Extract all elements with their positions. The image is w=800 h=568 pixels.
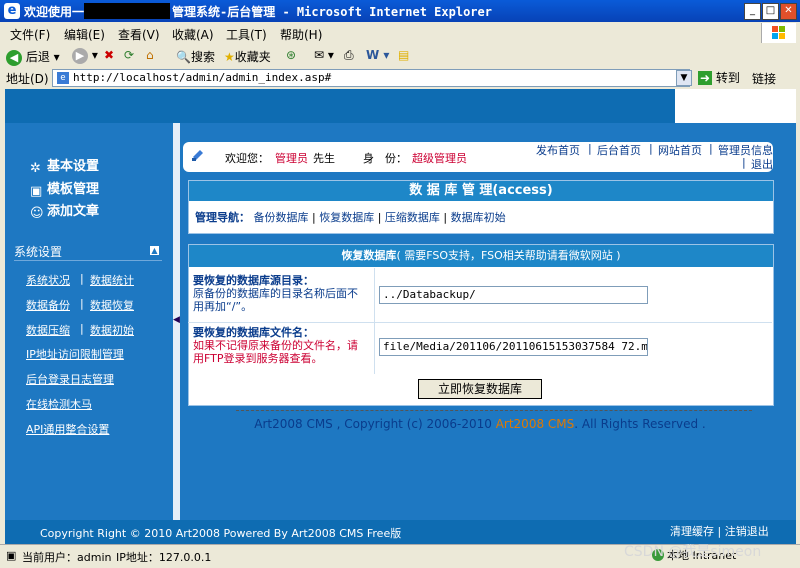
announce-icon bbox=[191, 148, 205, 162]
nav-compress-db[interactable]: 压缩数据库 bbox=[385, 211, 440, 224]
back-button[interactable]: ◀ 后退 ▾ bbox=[6, 48, 60, 66]
nav-restore-db[interactable]: 恢复数据库 bbox=[319, 211, 374, 224]
sidebar-link-data-init[interactable]: 数据初始 bbox=[90, 322, 134, 338]
minimize-button[interactable]: _ bbox=[744, 3, 761, 20]
gear-icon: ✲ bbox=[30, 161, 41, 176]
clear-cache-link[interactable]: 清理缓存 bbox=[670, 525, 714, 538]
user-icon: ☺ bbox=[30, 206, 44, 221]
menu-view[interactable]: 查看(V) bbox=[118, 26, 160, 43]
banner-strip bbox=[5, 89, 675, 123]
manage-nav: 管理导航： 备份数据库 | 恢复数据库 | 压缩数据库 | 数据库初始 bbox=[195, 211, 506, 224]
logout-link[interactable]: 注销退出 bbox=[725, 525, 769, 538]
collapse-icon[interactable]: ▲ bbox=[150, 246, 159, 255]
watermark: CSDN @我是simeon bbox=[624, 544, 762, 560]
print-icon[interactable]: ⎙ bbox=[344, 48, 354, 63]
sidebar-link-trojan-check[interactable]: 在线检测木马 bbox=[26, 396, 92, 412]
nav-backup-db[interactable]: 备份数据库 bbox=[254, 211, 309, 224]
address-input[interactable]: e http://localhost/admin/admin_index.asp# bbox=[52, 69, 690, 87]
restore-db-title: 恢复数据库( 需要FSO支持，FSO相关帮助请看微软网站 ) bbox=[189, 245, 773, 267]
search-button[interactable]: 🔍搜索 bbox=[176, 48, 215, 65]
home-icon[interactable]: ⌂ bbox=[146, 48, 154, 62]
right-edge bbox=[779, 123, 796, 520]
sidebar-splitter[interactable]: ◀ bbox=[173, 123, 180, 520]
copyright-text: Art2008 CMS , Copyright (c) 2006-2010 Ar… bbox=[254, 417, 706, 431]
back-arrow-icon: ◀ bbox=[6, 50, 22, 66]
redacted-block bbox=[84, 3, 170, 19]
honorific: 先生 bbox=[313, 152, 335, 165]
footer-copyright: Copyright Right © 2010 Art2008 Powered B… bbox=[40, 527, 402, 540]
row2-label: 要恢复的数据库文件名： 如果不记得原来备份的文件名，请 用FTP登录到服务器查看… bbox=[193, 326, 358, 365]
go-button[interactable]: ➜ 转到 bbox=[698, 69, 740, 86]
restore-db-button[interactable]: 立即恢复数据库 bbox=[418, 379, 542, 399]
page-icon: e bbox=[57, 72, 69, 84]
links-button[interactable]: 链接 bbox=[752, 70, 776, 87]
divider bbox=[236, 410, 752, 411]
sidebar-link-data-backup[interactable]: 数据备份 bbox=[26, 297, 70, 313]
sidebar-link-data-stats[interactable]: 数据统计 bbox=[90, 272, 134, 288]
page-status-icon: ▣ bbox=[6, 549, 17, 562]
menu-help[interactable]: 帮助(H) bbox=[280, 26, 322, 43]
user-role: 管理员 bbox=[275, 152, 308, 165]
row1-label: 要恢复的数据库源目录： 原备份的数据库的目录名称后面不 用再加“/”。 bbox=[193, 274, 358, 313]
collapse-left-icon[interactable]: ◀ bbox=[173, 308, 180, 332]
folder-icon[interactable]: ▤ bbox=[398, 48, 409, 62]
nav-site-home[interactable]: 网站首页 bbox=[658, 142, 702, 158]
menu-favorites[interactable]: 收藏(A) bbox=[172, 26, 214, 43]
address-label: 地址(D) bbox=[6, 72, 49, 86]
nav-admin-home[interactable]: 后台首页 bbox=[597, 142, 641, 158]
windows-logo-icon bbox=[761, 23, 796, 43]
window-titlebar: e 欢迎使用一 管理系统-后台管理 - Microsoft Internet E… bbox=[0, 0, 800, 22]
go-arrow-icon: ➜ bbox=[698, 71, 713, 85]
close-button[interactable]: ✕ bbox=[780, 3, 797, 20]
favorites-button[interactable]: ★收藏夹 bbox=[224, 48, 271, 65]
db-manage-panel: 数 据 库 管 理(access) 管理导航： 备份数据库 | 恢复数据库 | … bbox=[188, 180, 774, 234]
sidebar-item-add-article[interactable]: ☺ 添加文章 bbox=[30, 200, 99, 221]
window-title-suffix: 管理系统-后台管理 - Microsoft Internet Explorer bbox=[172, 5, 492, 19]
identity-value: 超级管理员 bbox=[412, 152, 467, 165]
browser-toolbar: ◀ 后退 ▾ ▶ ▾ ✖ ⟳ ⌂ 🔍搜索 ★收藏夹 ⊛ ✉ ▾ ⎙ W ▾ ▤ bbox=[0, 44, 800, 69]
nav-publish-home[interactable]: 发布首页 bbox=[536, 142, 580, 158]
sidebar-link-ip-restrict[interactable]: IP地址访问限制管理 bbox=[26, 346, 124, 362]
window-title-prefix: 欢迎使用一 bbox=[24, 5, 85, 19]
sidebar-link-system-status[interactable]: 系统状况 bbox=[26, 272, 70, 288]
sidebar-link-login-log[interactable]: 后台登录日志管理 bbox=[26, 371, 114, 387]
nav-logout[interactable]: 退出 bbox=[751, 156, 773, 172]
forward-arrow-icon: ▶ bbox=[72, 48, 88, 64]
sidebar-item-template-manage[interactable]: ▣ 模板管理 bbox=[30, 178, 99, 199]
menu-tools[interactable]: 工具(T) bbox=[226, 26, 267, 43]
history-icon[interactable]: ⊛ bbox=[286, 48, 296, 62]
forward-button[interactable]: ▶ ▾ bbox=[72, 48, 98, 64]
divider bbox=[14, 260, 162, 261]
word-icon[interactable]: W ▾ bbox=[366, 48, 389, 62]
db-filename-input[interactable]: file/Media/201106/20110615153037584 72.m… bbox=[379, 338, 648, 356]
search-icon: 🔍 bbox=[176, 50, 191, 64]
template-icon: ▣ bbox=[30, 184, 43, 199]
status-ip: IP地址：127.0.0.1 bbox=[116, 551, 212, 564]
refresh-icon[interactable]: ⟳ bbox=[124, 48, 134, 62]
mail-icon[interactable]: ✉ ▾ bbox=[314, 48, 334, 62]
footer-actions: 清理缓存 | 注销退出 bbox=[670, 525, 769, 538]
menu-edit[interactable]: 编辑(E) bbox=[64, 26, 105, 43]
sidebar-link-data-restore[interactable]: 数据恢复 bbox=[90, 297, 134, 313]
manage-nav-label: 管理导航： bbox=[195, 211, 250, 224]
status-user: 当前用户：admin bbox=[22, 551, 112, 564]
identity-label: 身 份： bbox=[363, 152, 407, 165]
maximize-button[interactable]: □ bbox=[762, 3, 779, 20]
menu-file[interactable]: 文件(F) bbox=[10, 26, 50, 43]
welcome-label: 欢迎您： bbox=[225, 152, 269, 165]
sidebar-link-data-compress[interactable]: 数据压缩 bbox=[26, 322, 70, 338]
address-bar: 地址(D) e http://localhost/admin/admin_inde… bbox=[0, 68, 800, 88]
sidebar-link-api-settings[interactable]: API通用整合设置 bbox=[26, 421, 109, 437]
source-dir-input[interactable]: ../Databackup/ bbox=[379, 286, 648, 304]
menu-bar: 文件(F) 编辑(E) 查看(V) 收藏(A) 工具(T) 帮助(H) bbox=[0, 22, 800, 45]
star-icon: ★ bbox=[224, 50, 235, 64]
stop-icon[interactable]: ✖ bbox=[104, 48, 114, 62]
address-dropdown-icon[interactable]: ▼ bbox=[676, 70, 692, 86]
ie-logo-icon: e bbox=[4, 3, 20, 19]
system-settings-heading: 系统设置 bbox=[14, 245, 63, 259]
nav-init-db[interactable]: 数据库初始 bbox=[451, 211, 506, 224]
sidebar-item-basic-settings[interactable]: ✲ 基本设置 bbox=[30, 155, 99, 176]
db-manage-title: 数 据 库 管 理(access) bbox=[189, 181, 773, 201]
